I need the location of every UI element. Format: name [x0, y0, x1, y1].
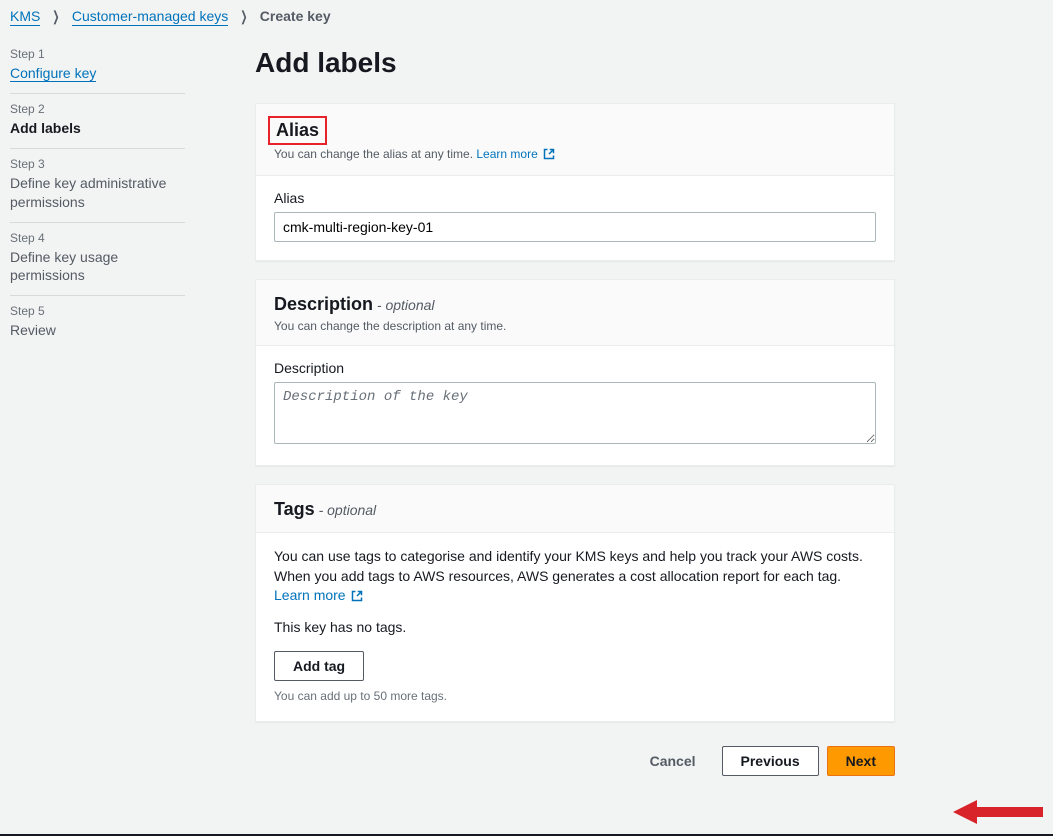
tags-panel: Tags - optional You can use tags to cate… — [255, 484, 895, 722]
description-panel: Description - optional You can change th… — [255, 279, 895, 466]
external-link-icon — [351, 588, 363, 608]
sidebar-step-1[interactable]: Step 1 Configure key — [10, 39, 185, 94]
alias-input[interactable] — [274, 212, 876, 242]
sidebar-step-2: Step 2 Add labels — [10, 94, 185, 149]
alias-field-label: Alias — [274, 190, 876, 206]
sidebar-step-5: Step 5 Review — [10, 296, 185, 350]
wizard-sidebar: Step 1 Configure key Step 2 Add labels S… — [10, 39, 195, 350]
add-tag-button[interactable]: Add tag — [274, 651, 364, 681]
annotation-arrow — [953, 798, 1043, 822]
previous-button[interactable]: Previous — [722, 746, 819, 776]
chevron-right-icon: ❯ — [53, 8, 60, 25]
next-button[interactable]: Next — [827, 746, 895, 776]
description-textarea[interactable] — [274, 382, 876, 444]
external-link-icon — [543, 148, 555, 163]
tags-heading: Tags — [274, 499, 315, 519]
description-field-label: Description — [274, 360, 876, 376]
alias-highlight-box: Alias — [268, 116, 327, 145]
optional-tag: - optional — [319, 502, 377, 518]
sidebar-step-3: Step 3 Define key administrative permiss… — [10, 149, 185, 222]
alias-learn-more-link[interactable]: Learn more — [476, 147, 555, 161]
tags-no-tags: This key has no tags. — [274, 618, 876, 638]
breadcrumb-root[interactable]: KMS — [10, 8, 40, 26]
page-title: Add labels — [255, 47, 895, 79]
sidebar-step-4: Step 4 Define key usage permissions — [10, 223, 185, 296]
breadcrumb-parent[interactable]: Customer-managed keys — [72, 8, 228, 26]
description-sub: You can change the description at any ti… — [274, 319, 876, 333]
breadcrumb: KMS ❯ Customer-managed keys ❯ Create key — [0, 0, 1053, 29]
alias-panel: Alias You can change the alias at any ti… — [255, 103, 895, 261]
wizard-buttons: Cancel Previous Next — [255, 740, 895, 776]
breadcrumb-current: Create key — [260, 8, 331, 24]
tags-body-text: You can use tags to categorise and ident… — [274, 548, 863, 584]
chevron-right-icon: ❯ — [241, 8, 248, 25]
tags-limit: You can add up to 50 more tags. — [274, 689, 876, 703]
alias-sub: You can change the alias at any time. — [274, 147, 473, 161]
description-heading: Description — [274, 294, 373, 314]
tags-learn-more-link[interactable]: Learn more — [274, 587, 363, 603]
alias-heading: Alias — [276, 120, 319, 140]
optional-tag: - optional — [377, 297, 435, 313]
